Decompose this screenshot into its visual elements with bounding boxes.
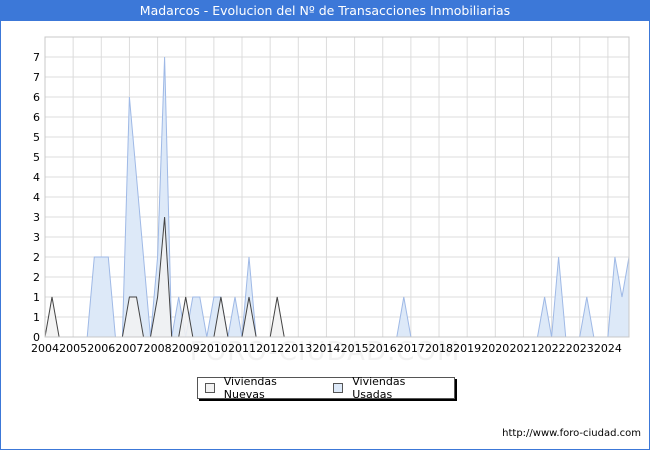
x-tick-label: 2023	[566, 342, 594, 355]
y-tick-label: 7	[33, 51, 40, 64]
x-tick-label: 2022	[538, 342, 566, 355]
legend-item-usadas: Viviendas Usadas	[333, 375, 446, 401]
x-tick-label: 2017	[397, 342, 425, 355]
x-tick-label: 2006	[87, 342, 115, 355]
y-tick-label: 6	[33, 111, 40, 124]
x-tick-label: 2009	[172, 342, 200, 355]
legend-item-nuevas: Viviendas Nuevas	[205, 375, 318, 401]
x-tick-label: 2021	[509, 342, 537, 355]
x-tick-label: 2019	[453, 342, 481, 355]
x-tick-label: 2020	[481, 342, 509, 355]
x-tick-label: 2016	[369, 342, 397, 355]
y-tick-label: 5	[33, 151, 40, 164]
y-tick-label: 4	[33, 191, 40, 204]
y-tick-label: 3	[33, 231, 40, 244]
y-tick-label: 5	[33, 131, 40, 144]
x-tick-label: 2011	[228, 342, 256, 355]
legend-label-nuevas: Viviendas Nuevas	[223, 375, 277, 401]
y-tick-label: 6	[33, 91, 40, 104]
x-tick-label: 2004	[31, 342, 59, 355]
y-axis-ticks: 011223344556677	[33, 51, 40, 344]
x-tick-label: 2015	[341, 342, 369, 355]
y-tick-label: 7	[33, 71, 40, 84]
x-tick-label: 2013	[284, 342, 312, 355]
legend-swatch-nuevas	[205, 383, 215, 393]
x-axis-ticks: 2004 2005 2006 2007 2008 2009 2010 2011 2012 2013…	[31, 342, 622, 355]
legend-label-usadas: Viviendas Usadas	[352, 375, 406, 401]
y-tick-label: 4	[33, 171, 40, 184]
x-tick-label: 2008	[144, 342, 172, 355]
y-tick-label: 2	[33, 271, 40, 284]
y-tick-label: 1	[33, 291, 40, 304]
y-tick-label: 2	[33, 251, 40, 264]
legend: Viviendas Nuevas Viviendas Usadas	[197, 375, 455, 401]
x-tick-label: 2012	[256, 342, 284, 355]
x-tick-label: 2010	[200, 342, 228, 355]
x-tick-label: 2018	[425, 342, 453, 355]
y-tick-label: 1	[33, 311, 40, 324]
x-tick-label: 2007	[115, 342, 143, 355]
x-tick-label: 2005	[59, 342, 87, 355]
y-tick-label: 3	[33, 211, 40, 224]
footer-url: http://www.foro-ciudad.com	[502, 428, 641, 439]
legend-swatch-usadas	[333, 383, 344, 393]
x-tick-label: 2024	[594, 342, 622, 355]
x-tick-label: 2014	[312, 342, 340, 355]
